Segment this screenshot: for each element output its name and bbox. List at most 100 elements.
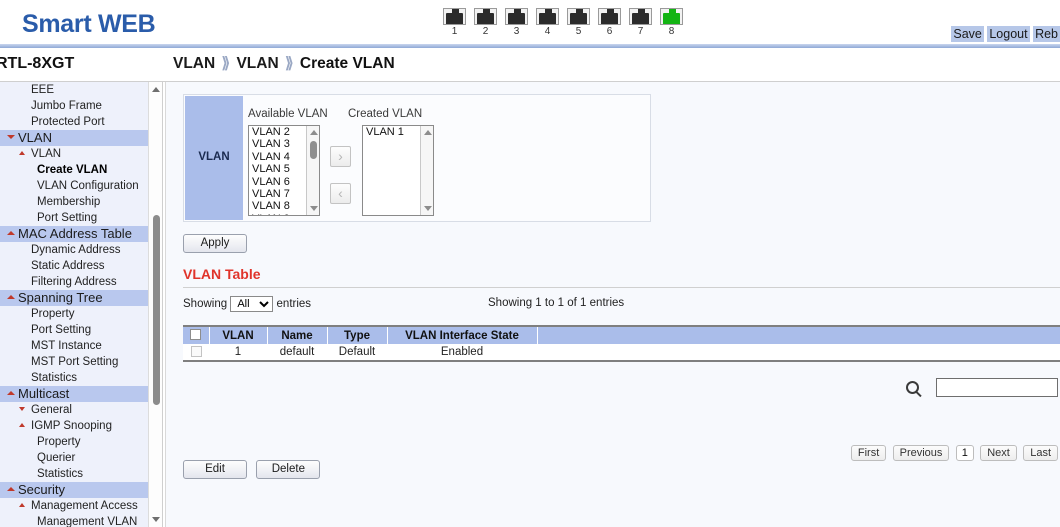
sidebar-item-label: Filtering Address	[31, 274, 117, 290]
search-input[interactable]	[936, 378, 1058, 397]
scroll-up-arrow-icon[interactable]	[310, 130, 318, 135]
sidebar-item-dynamic-address[interactable]: Dynamic Address	[0, 242, 148, 258]
column-header-vlan[interactable]: VLAN	[209, 327, 267, 344]
row-checkbox[interactable]	[191, 346, 202, 357]
header-link-reb[interactable]: Reb	[1033, 26, 1060, 42]
created-vlan-listbox[interactable]: VLAN 1	[362, 125, 434, 216]
move-to-available-button[interactable]: ‹	[330, 183, 351, 204]
chevron-right-icon: ⟫	[220, 55, 233, 72]
port-2[interactable]: 2	[474, 8, 497, 38]
sidebar-item-label: Spanning Tree	[18, 290, 103, 306]
sidebar-item-vlan[interactable]: VLAN	[0, 146, 148, 162]
port-number-label: 8	[660, 26, 683, 38]
scroll-down-arrow-icon[interactable]	[424, 206, 432, 211]
sidebar-item-membership[interactable]: Membership	[0, 194, 148, 210]
sidebar-item-igmp-snooping[interactable]: IGMP Snooping	[0, 418, 148, 434]
entries-per-page-select[interactable]: All102550100	[230, 296, 273, 312]
created-vlan-scrollbar[interactable]	[420, 126, 433, 215]
sidebar-nav[interactable]: EEEJumbo FrameProtected PortVLANVLANCrea…	[0, 82, 148, 527]
scroll-up-arrow-icon[interactable]	[152, 87, 160, 92]
available-vlan-listbox[interactable]: VLAN 2VLAN 3VLAN 4VLAN 5VLAN 6VLAN 7VLAN…	[248, 125, 320, 216]
apply-button[interactable]: Apply	[183, 234, 247, 253]
port-7[interactable]: 7	[629, 8, 652, 38]
caret-up-icon	[7, 487, 15, 491]
sidebar-item-security[interactable]: Security	[0, 482, 148, 498]
sidebar-item-mst-port-setting[interactable]: MST Port Setting	[0, 354, 148, 370]
sidebar-item-protected-port[interactable]: Protected Port	[0, 114, 148, 130]
pagination: First Previous 1 Next Last	[848, 445, 1058, 461]
sidebar-item-label: VLAN	[18, 130, 52, 146]
pagination-first[interactable]: First	[851, 445, 886, 461]
pagination-next[interactable]: Next	[980, 445, 1017, 461]
breadcrumb-item-1[interactable]: VLAN	[173, 55, 215, 72]
vlan-table: VLANNameTypeVLAN Interface State 1defaul…	[183, 325, 1060, 362]
scroll-up-arrow-icon[interactable]	[424, 130, 432, 135]
sidebar-item-filtering-address[interactable]: Filtering Address	[0, 274, 148, 290]
pagination-last[interactable]: Last	[1023, 445, 1058, 461]
sidebar-item-port-setting[interactable]: Port Setting	[0, 322, 148, 338]
sidebar-item-property[interactable]: Property	[0, 306, 148, 322]
pagination-page-1[interactable]: 1	[956, 445, 974, 461]
ethernet-port-icon	[629, 8, 652, 25]
sidebar-item-querier[interactable]: Querier	[0, 450, 148, 466]
app-logo: Smart WEB	[22, 10, 155, 39]
port-8[interactable]: 8	[660, 8, 683, 38]
column-header-type[interactable]: Type	[327, 327, 387, 344]
sidebar-scroll-thumb[interactable]	[153, 215, 160, 405]
sidebar-item-eee[interactable]: EEE	[0, 82, 148, 98]
cell-vlan-interface-state: Enabled	[387, 344, 537, 360]
sidebar-item-label: Statistics	[37, 466, 83, 482]
breadcrumb-current: Create VLAN	[300, 55, 395, 72]
column-header-vlan-interface-state[interactable]: VLAN Interface State	[387, 327, 537, 344]
search-container	[936, 378, 1058, 397]
sidebar-item-general[interactable]: General	[0, 402, 148, 418]
move-to-created-button[interactable]: ›	[330, 146, 351, 167]
sidebar-scrollbar[interactable]	[148, 82, 163, 527]
caret-up-icon	[7, 231, 15, 235]
column-header-name[interactable]: Name	[267, 327, 327, 344]
sidebar-item-multicast[interactable]: Multicast	[0, 386, 148, 402]
sidebar-item-label: MAC Address Table	[18, 226, 132, 242]
sidebar-item-mst-instance[interactable]: MST Instance	[0, 338, 148, 354]
available-vlan-scroll-thumb[interactable]	[310, 141, 317, 159]
sidebar-item-property[interactable]: Property	[0, 434, 148, 450]
sidebar-item-spanning-tree[interactable]: Spanning Tree	[0, 290, 148, 306]
sidebar-item-management-vlan[interactable]: Management VLAN	[0, 514, 148, 527]
sidebar-item-static-address[interactable]: Static Address	[0, 258, 148, 274]
caret-up-icon	[19, 503, 25, 507]
port-6[interactable]: 6	[598, 8, 621, 38]
sidebar-item-label: Dynamic Address	[31, 242, 120, 258]
select-all-header	[183, 327, 209, 344]
sidebar-item-label: Security	[18, 482, 65, 498]
sidebar-item-create-vlan[interactable]: Create VLAN	[0, 162, 148, 178]
port-1[interactable]: 1	[443, 8, 466, 38]
available-vlan-scrollbar[interactable]	[306, 126, 319, 215]
header-links: Save Logout Reb	[951, 27, 1060, 41]
pagination-previous[interactable]: Previous	[893, 445, 950, 461]
header-link-logout[interactable]: Logout	[987, 26, 1029, 42]
caret-up-icon	[19, 423, 25, 427]
sidebar-item-mac-address-table[interactable]: MAC Address Table	[0, 226, 148, 242]
delete-button[interactable]: Delete	[256, 460, 320, 479]
port-3[interactable]: 3	[505, 8, 528, 38]
edit-button[interactable]: Edit	[183, 460, 247, 479]
scroll-down-arrow-icon[interactable]	[152, 517, 160, 522]
sidebar-item-statistics[interactable]: Statistics	[0, 466, 148, 482]
showing-prefix-label: Showing	[183, 298, 227, 310]
port-4[interactable]: 4	[536, 8, 559, 38]
breadcrumb-item-2[interactable]: VLAN	[236, 55, 278, 72]
sidebar-item-management-access[interactable]: Management Access	[0, 498, 148, 514]
port-5[interactable]: 5	[567, 8, 590, 38]
header-link-save[interactable]: Save	[951, 26, 984, 42]
select-all-checkbox[interactable]	[190, 329, 201, 340]
table-row[interactable]: 1defaultDefaultEnabled	[183, 344, 1060, 360]
cell-vlan: 1	[209, 344, 267, 360]
sidebar-item-vlan[interactable]: VLAN	[0, 130, 148, 146]
sidebar-item-port-setting[interactable]: Port Setting	[0, 210, 148, 226]
sidebar-item-statistics[interactable]: Statistics	[0, 370, 148, 386]
main-content: VLAN Available VLAN Created VLAN VLAN 2V…	[165, 82, 1060, 527]
sidebar-item-vlan-configuration[interactable]: VLAN Configuration	[0, 178, 148, 194]
available-vlan-label: Available VLAN	[248, 108, 328, 120]
scroll-down-arrow-icon[interactable]	[310, 206, 318, 211]
sidebar-item-jumbo-frame[interactable]: Jumbo Frame	[0, 98, 148, 114]
